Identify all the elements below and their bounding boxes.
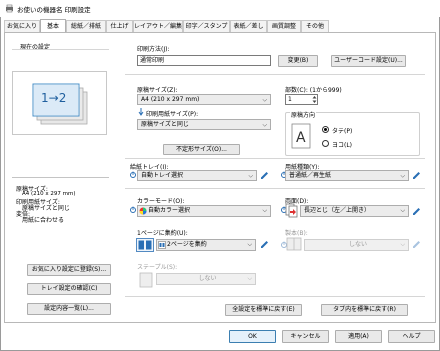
settings-list-button[interactable]: 設定内容一覧(L)... <box>27 303 111 315</box>
custom-size-button[interactable]: 不定形サイズ(O)... <box>163 144 240 155</box>
sheet-small-icon <box>158 241 166 249</box>
radio-empty-icon <box>322 140 329 147</box>
summary-line: 用紙に合わせる <box>22 217 65 224</box>
orientation-label: 原稿方向 <box>290 110 317 119</box>
paper-type-select[interactable]: 普通紙／再生紙 ⌵ <box>285 170 409 181</box>
register-favorite-button[interactable]: お気に入り設定に登録(S)... <box>27 264 111 276</box>
chevron-down-icon: ⌵ <box>248 172 253 179</box>
chevron-down-icon: ⌵ <box>262 207 267 214</box>
chevron-down-icon: ⌵ <box>262 121 267 128</box>
tab-cover[interactable]: 表紙／差し <box>230 20 267 32</box>
reset-all-button[interactable]: 全設定を標準に戻す(E) <box>225 304 302 316</box>
apply-button[interactable]: 適用(A) <box>335 330 382 343</box>
nup-label: 1ページに集約(U): <box>137 230 188 237</box>
tab-paper-output[interactable]: 総紙／排紙 <box>66 20 106 32</box>
color-wheel-icon <box>139 207 147 215</box>
nup-value: 2ページを集約 <box>167 241 207 248</box>
title-bar: お使いの機器名 印刷設定 <box>0 0 440 17</box>
window-title: お使いの機器名 印刷設定 <box>17 6 91 14</box>
radio-dot <box>324 128 327 131</box>
doc-size-value: A4 (210 x 297 mm) <box>141 96 200 103</box>
color-mode-value: 自動カラー選択 <box>148 207 191 214</box>
print-method-label: 印刷方法(J): <box>137 46 170 53</box>
arrow-down-icon <box>138 108 144 116</box>
duplex-icon <box>285 203 298 218</box>
input-tray-value: 自動トレイ選択 <box>141 172 184 179</box>
preview-label: 1→2 <box>41 91 67 105</box>
chevron-down-icon: ⌵ <box>247 275 252 282</box>
chevron-down-icon: ⌵ <box>262 96 267 103</box>
staple-value: しない <box>198 275 217 282</box>
reset-tab-button[interactable]: タブ内を標準に戻す(R) <box>321 304 408 316</box>
paper-size-label: 印刷用紙サイズ(P): <box>146 111 199 118</box>
tab-favorites[interactable]: お気に入り <box>4 20 40 32</box>
change-button[interactable]: 変更(B) <box>278 55 318 67</box>
cancel-button[interactable]: キャンセル <box>282 330 329 343</box>
orientation-portrait-label: タテ(P) <box>332 128 353 135</box>
edit-pencil-icon[interactable] <box>259 170 270 181</box>
edit-pencil-icon[interactable] <box>259 239 270 250</box>
svg-text:A: A <box>296 130 306 146</box>
input-tray-select[interactable]: 自動トレイ選択 ⌵ <box>137 170 257 181</box>
info-icon: i <box>130 207 136 213</box>
staple-select[interactable]: しない ⌵ <box>156 273 256 285</box>
tab-bar: お気に入り 基本 総紙／排紙 仕上げ レイアウト／編集 印字／スタンプ 表紙／差… <box>4 19 436 32</box>
nup-layout-icon <box>136 238 154 252</box>
info-icon: i <box>130 172 136 178</box>
user-code-button[interactable]: ユーザーコード設定(U)... <box>331 55 406 67</box>
edit-pencil-icon[interactable] <box>411 206 422 217</box>
nup-select[interactable]: 2ページを集約 ⌵ <box>156 239 256 251</box>
tab-finishing[interactable]: 仕上げ <box>106 20 133 32</box>
edit-pencil-icon[interactable] <box>411 239 422 250</box>
paper-type-value: 普通紙／再生紙 <box>289 172 332 179</box>
orientation-landscape-radio[interactable]: ヨコ(L) <box>322 139 362 149</box>
spinner-arrows-icon <box>312 96 317 103</box>
duplex-value: 長辺とじ（左／上開き） <box>304 207 371 214</box>
staple-icon <box>139 272 153 288</box>
divider <box>125 296 425 297</box>
divider <box>12 49 109 50</box>
tab-image-quality[interactable]: 画質調整 <box>267 20 301 32</box>
color-mode-select[interactable]: 自動カラー選択 ⌵ <box>137 205 271 217</box>
staple-label: ステープル(S): <box>137 264 178 271</box>
help-button[interactable]: ヘルプ <box>388 330 435 343</box>
divider <box>125 188 425 189</box>
chevron-down-icon: ⌵ <box>400 207 405 214</box>
copies-spinner[interactable] <box>312 95 317 104</box>
booklet-icon <box>286 237 302 251</box>
paper-size-value: 原稿サイズと同じ <box>141 121 189 128</box>
tab-stamp[interactable]: 印字／スタンプ <box>183 20 230 32</box>
orientation-landscape-label: ヨコ(L) <box>332 142 353 149</box>
duplex-select[interactable]: 長辺とじ（左／上開き） ⌵ <box>300 205 409 217</box>
paper-size-select[interactable]: 原稿サイズと同じ ⌵ <box>137 119 271 130</box>
tab-other[interactable]: その他 <box>301 20 329 32</box>
page-orientation-icon: A <box>291 123 311 149</box>
color-mode-label: カラーモード(O): <box>137 198 185 205</box>
ok-button[interactable]: OK <box>229 330 276 343</box>
tray-check-button[interactable]: トレイ設定の確認(C) <box>27 283 111 295</box>
booklet-value: しない <box>348 241 367 248</box>
edit-pencil-icon[interactable] <box>411 170 422 181</box>
preview-box: 1→2 <box>12 71 107 135</box>
printer-icon <box>6 4 13 13</box>
divider <box>12 177 109 178</box>
chevron-down-icon: ⌵ <box>400 172 405 179</box>
divider <box>125 74 425 75</box>
orientation-portrait-radio[interactable]: タテ(P) <box>322 125 362 135</box>
copies-label: 部数(C): (1から999) <box>285 87 342 94</box>
doc-size-select[interactable]: A4 (210 x 297 mm) ⌵ <box>137 94 271 105</box>
tab-layout[interactable]: レイアウト／編集 <box>133 20 183 32</box>
print-method-field: 通常印刷 <box>137 55 271 66</box>
tab-basic[interactable]: 基本 <box>40 19 66 32</box>
booklet-select[interactable]: しない ⌵ <box>304 239 409 251</box>
doc-size-label: 原稿サイズ(Z): <box>137 87 178 94</box>
chevron-down-icon: ⌵ <box>400 241 405 248</box>
chevron-down-icon: ⌵ <box>247 241 252 248</box>
divider <box>125 158 425 159</box>
